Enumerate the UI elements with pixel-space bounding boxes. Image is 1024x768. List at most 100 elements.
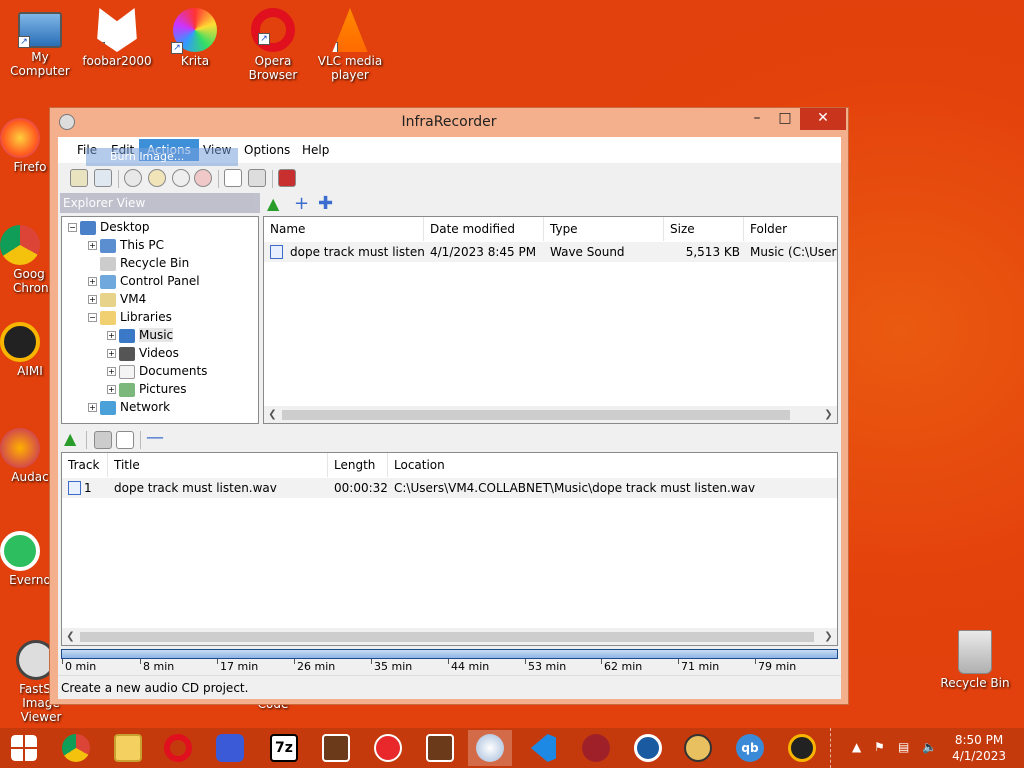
scroll-left-arrow[interactable]: ❮ xyxy=(264,406,281,423)
track-row[interactable]: 1 dope track must listen.wav 00:00:32 C:… xyxy=(62,478,837,498)
menu-options[interactable]: Options xyxy=(236,139,298,161)
track-list-scrollbar[interactable]: ❮ ❯ xyxy=(62,628,837,645)
close-button[interactable]: ✕ xyxy=(800,108,846,130)
tree-item-music[interactable]: + Music xyxy=(107,326,174,344)
desktop-icon-recycle-bin[interactable]: Recycle Bin xyxy=(935,630,1015,690)
volume-icon[interactable]: 🔈 xyxy=(922,740,937,754)
minimize-button[interactable]: – xyxy=(744,108,770,130)
tools-icon[interactable] xyxy=(224,169,242,187)
taskbar-qbittorrent[interactable]: qb xyxy=(728,730,772,766)
tree-item-this-pc[interactable]: + This PC xyxy=(88,236,164,254)
remove-icon[interactable]: — xyxy=(146,429,164,449)
expand-icon[interactable]: + xyxy=(88,295,97,304)
scroll-thumb[interactable] xyxy=(282,410,790,420)
taskbar-infrarecorder[interactable] xyxy=(468,730,512,766)
taskbar-321-player[interactable] xyxy=(314,730,358,766)
desktop-icon-vlc[interactable]: ↗ VLC media player xyxy=(310,8,390,82)
add-icon[interactable]: + xyxy=(294,195,312,214)
tree-item-pictures[interactable]: + Pictures xyxy=(107,380,187,398)
move-up-icon[interactable]: ▲ xyxy=(64,431,82,449)
file-list-scrollbar[interactable]: ❮ ❯ xyxy=(264,406,837,423)
network-tray-icon[interactable]: ▤ xyxy=(898,740,909,754)
desktop-icon-aimp[interactable]: AIMI xyxy=(0,322,54,378)
collapse-icon[interactable]: − xyxy=(68,223,77,232)
expand-icon[interactable]: + xyxy=(107,349,116,358)
tree-item-documents[interactable]: + Documents xyxy=(107,362,207,380)
erase-disc-icon[interactable] xyxy=(194,169,212,187)
column-header-location[interactable]: Location xyxy=(388,453,837,477)
taskbar-aimp[interactable] xyxy=(780,730,824,766)
desktop-icon-label: foobar2000 xyxy=(82,54,152,68)
taskbar-app-blue[interactable] xyxy=(626,730,670,766)
column-header-size[interactable]: Size xyxy=(664,217,744,241)
menu-help[interactable]: Help xyxy=(294,139,337,161)
file-row[interactable]: dope track must listen 4/1/2023 8:45 PM … xyxy=(264,242,837,262)
tree-item-desktop[interactable]: − Desktop xyxy=(68,218,150,236)
burn-compilation-icon[interactable] xyxy=(124,169,142,187)
pictures-icon xyxy=(119,382,135,397)
add-all-icon[interactable]: ✚ xyxy=(318,195,336,214)
expand-icon[interactable]: + xyxy=(88,241,97,250)
scroll-right-arrow[interactable]: ❯ xyxy=(820,406,837,423)
taskbar-app-eye[interactable] xyxy=(676,730,720,766)
device-icon[interactable] xyxy=(248,169,266,187)
scroll-thumb[interactable] xyxy=(80,632,814,642)
taskbar-chrome[interactable] xyxy=(54,730,98,766)
desktop-icon-evernote[interactable]: Everno xyxy=(0,531,54,587)
tree-item-network[interactable]: + Network xyxy=(88,398,170,416)
desktop-icon-audacity[interactable]: Audac xyxy=(0,428,54,484)
rename-icon[interactable] xyxy=(116,431,134,449)
windows-logo-icon xyxy=(11,735,37,761)
column-header-length[interactable]: Length xyxy=(328,453,388,477)
tree-label: Documents xyxy=(139,364,208,378)
expand-icon[interactable]: + xyxy=(107,331,116,340)
tree-item-vm4[interactable]: + VM4 xyxy=(88,290,146,308)
expand-icon[interactable]: + xyxy=(107,385,116,394)
scroll-right-arrow[interactable]: ❯ xyxy=(820,628,837,645)
desktop-icon-foobar2000[interactable]: ↗ foobar2000 xyxy=(77,8,157,68)
collapse-icon[interactable]: − xyxy=(88,313,97,322)
taskbar-clock[interactable]: 8:50 PM 4/1/2023 xyxy=(952,732,1006,764)
exit-icon[interactable] xyxy=(278,169,296,187)
desktop-icon-my-computer[interactable]: ↗ My Computer xyxy=(0,8,80,78)
taskbar-app-32[interactable] xyxy=(574,730,618,766)
tree-item-libraries[interactable]: − Libraries xyxy=(88,308,172,326)
open-project-icon[interactable] xyxy=(70,169,88,187)
column-header-type[interactable]: Type xyxy=(544,217,664,241)
taskbar-321-player-2[interactable] xyxy=(418,730,462,766)
expand-icon[interactable]: + xyxy=(107,367,116,376)
save-project-icon[interactable] xyxy=(94,169,112,187)
tree-item-videos[interactable]: + Videos xyxy=(107,344,179,362)
column-header-date-modified[interactable]: Date modified xyxy=(424,217,544,241)
taskbar-7zip[interactable]: 7z xyxy=(262,730,306,766)
tree-item-control-panel[interactable]: + Control Panel xyxy=(88,272,200,290)
desktop-icon-opera[interactable]: ↗ Opera Browser xyxy=(233,8,313,82)
new-folder-icon[interactable] xyxy=(94,431,112,449)
scroll-left-arrow[interactable]: ❮ xyxy=(62,628,79,645)
maximize-button[interactable]: □ xyxy=(772,108,798,130)
desktop-icon-firefox[interactable]: Firefo xyxy=(0,118,54,174)
tree-item-recycle-bin[interactable]: Recycle Bin xyxy=(100,254,189,272)
column-header-name[interactable]: Name xyxy=(264,217,424,241)
taskbar-file-explorer[interactable] xyxy=(106,730,150,766)
start-button[interactable] xyxy=(2,730,46,766)
tree-label: Pictures xyxy=(139,382,187,396)
taskbar-settings[interactable] xyxy=(208,730,252,766)
expand-icon[interactable]: + xyxy=(88,277,97,286)
taskbar-vscode[interactable] xyxy=(520,730,564,766)
desktop-icon-chrome[interactable]: Goog Chron xyxy=(0,225,54,295)
up-folder-icon[interactable]: ▲ xyxy=(267,196,285,214)
expand-icon[interactable]: + xyxy=(88,403,97,412)
action-center-flag-icon[interactable]: ⚑ xyxy=(874,740,885,754)
column-header-folder[interactable]: Folder xyxy=(744,217,837,241)
taskbar-opera[interactable] xyxy=(156,730,200,766)
7zip-icon: 7z xyxy=(270,734,298,762)
burn-image-icon[interactable] xyxy=(148,169,166,187)
taskbar-app-red[interactable] xyxy=(366,730,410,766)
copy-disc-icon[interactable] xyxy=(172,169,190,187)
column-header-track[interactable]: Track xyxy=(62,453,108,477)
desktop-icon-krita[interactable]: ↗ Krita xyxy=(155,8,235,68)
title-bar[interactable]: InfraRecorder – □ ✕ xyxy=(50,108,848,136)
show-hidden-icons-icon[interactable]: ▲ xyxy=(852,740,861,754)
column-header-title[interactable]: Title xyxy=(108,453,328,477)
